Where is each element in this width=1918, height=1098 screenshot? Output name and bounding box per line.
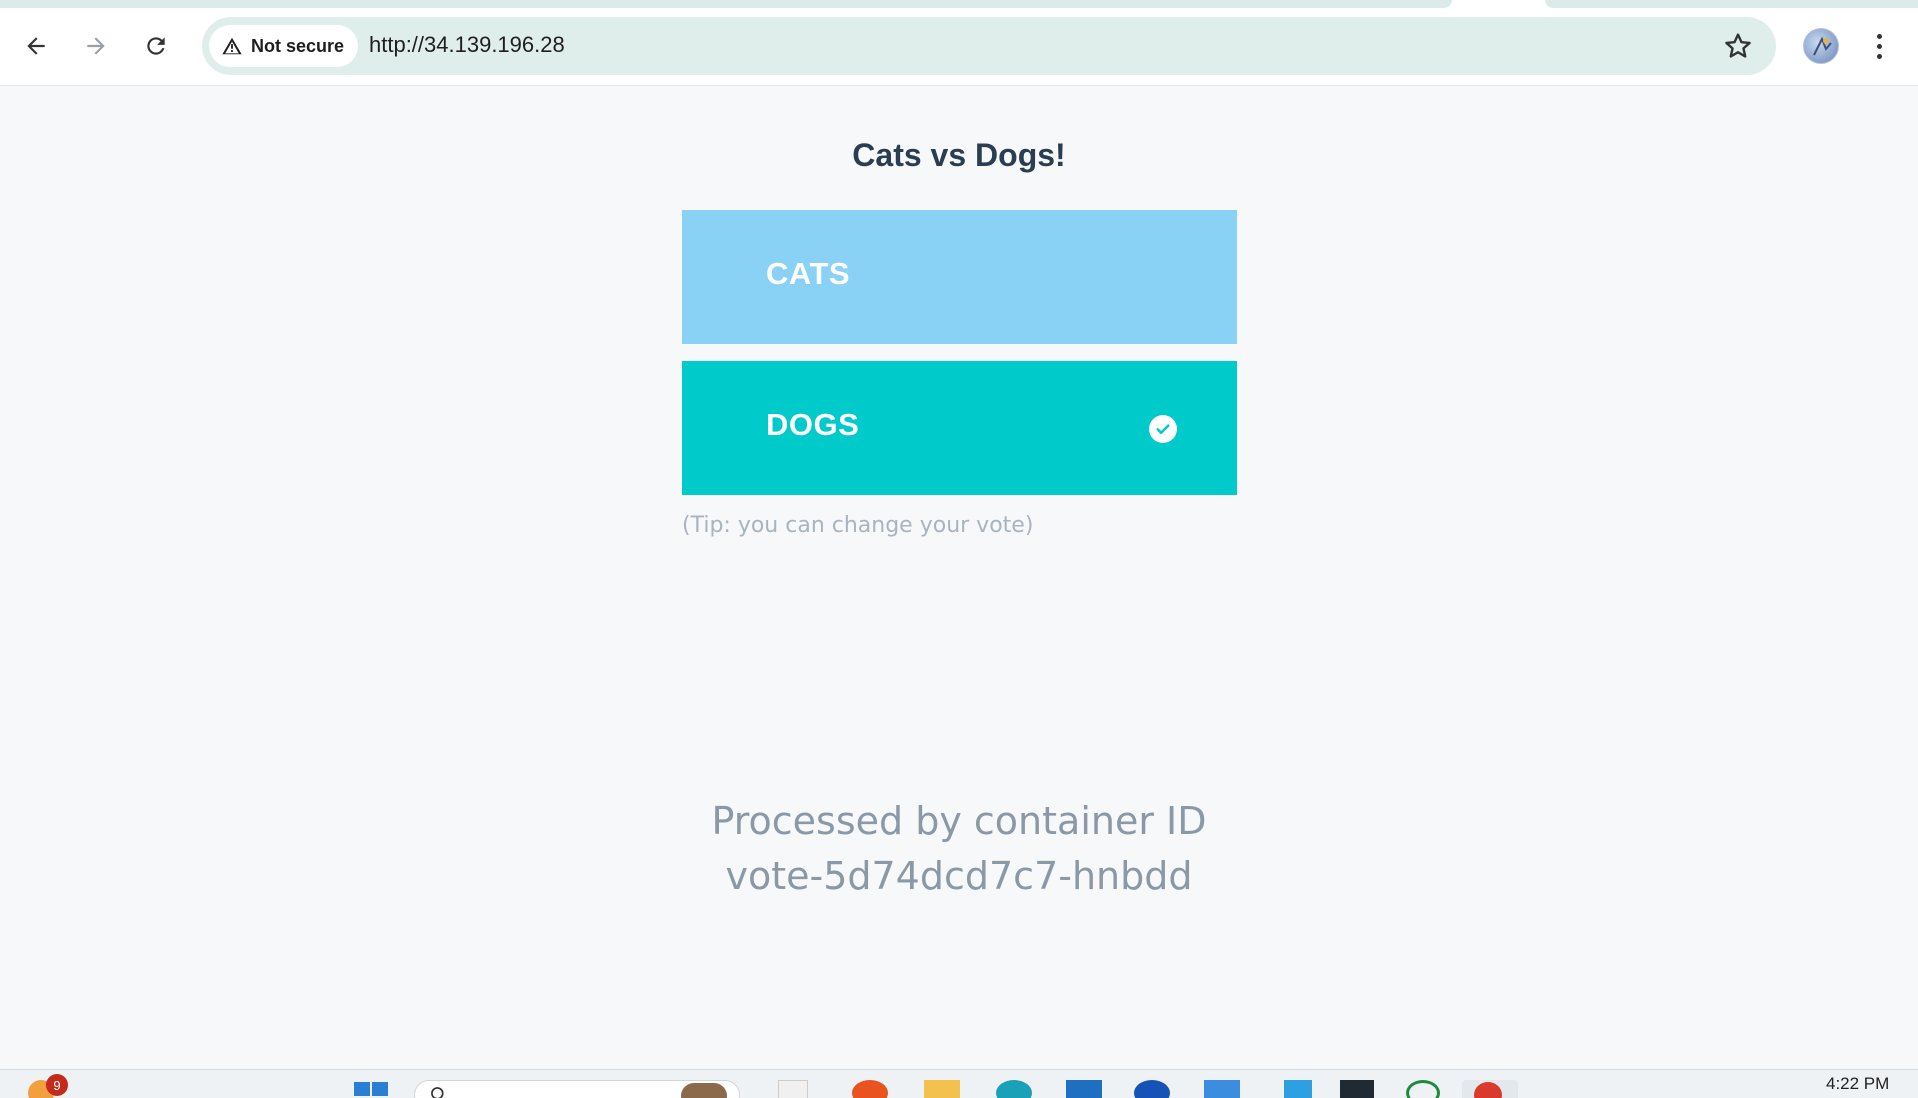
task-view-icon[interactable] [778,1080,808,1098]
vote-dogs-label: DOGS [766,407,860,442]
tip-text: (Tip: you can change your vote) [682,513,1034,538]
web-page: Cats vs Dogs! CATS DOGS (Tip: you can ch… [0,87,1918,1069]
notification-badge: 9 [46,1074,68,1096]
vote-dogs-button[interactable]: DOGS [682,361,1237,495]
security-label: Not secure [251,35,345,56]
app-icon-diamond[interactable] [1284,1080,1312,1098]
arrow-right-icon [87,37,105,55]
app-icon-green[interactable] [1406,1080,1440,1098]
clock-time: 4:22 PM [1826,1074,1890,1093]
arrow-left-icon [27,37,45,55]
processed-line-2: vote-5d74dcd7c7-hnbdd [725,854,1193,898]
vote-cats-button[interactable]: CATS [682,210,1237,344]
chrome-icon [1474,1082,1502,1098]
edge-browser-icon[interactable] [996,1080,1032,1098]
file-explorer-icon[interactable] [924,1080,960,1098]
bookmark-star-icon[interactable] [1722,30,1754,62]
app-icon-blue[interactable] [1134,1080,1170,1098]
forward-button[interactable] [74,24,118,68]
tab-strip-inactive[interactable] [1545,0,1918,8]
check-icon [1149,415,1177,443]
search-highlight-icon [681,1083,727,1098]
container-id-text: Processed by container ID vote-5d74dcd7c… [0,794,1918,904]
taskbar-search-box[interactable] [414,1080,740,1098]
search-icon [431,1087,444,1098]
chrome-taskbar-icon[interactable] [1462,1080,1518,1098]
menu-dot [1876,33,1882,39]
taskbar: 9 4:22 PM [0,1069,1918,1098]
profile-avatar[interactable] [1803,28,1839,64]
page-title: Cats vs Dogs! [852,137,1066,173]
url-text[interactable]: http://34.139.196.28 [369,32,565,58]
vote-cats-label: CATS [766,256,851,291]
browser-toolbar: Not secure http://34.139.196.28 [0,0,1918,86]
menu-dot [1876,53,1882,59]
menu-dot [1876,43,1882,49]
tab-strip-active[interactable] [0,0,1452,8]
app-icon-orange[interactable] [852,1080,888,1098]
warning-icon [222,37,242,55]
back-button[interactable] [14,24,58,68]
terminal-icon[interactable] [1340,1080,1374,1098]
site-info-button[interactable]: Not secure [209,25,359,67]
app-icon-lightblue[interactable] [1204,1080,1240,1098]
processed-line-1: Processed by container ID [711,799,1207,843]
address-bar[interactable]: Not secure http://34.139.196.28 [202,17,1776,75]
avatar-image-icon [1813,36,1832,56]
windows-start-icon[interactable] [352,1080,390,1098]
reload-icon [147,37,165,55]
reload-button[interactable] [134,24,178,68]
browser-menu-button[interactable] [1866,28,1892,64]
store-icon[interactable] [1066,1080,1102,1098]
